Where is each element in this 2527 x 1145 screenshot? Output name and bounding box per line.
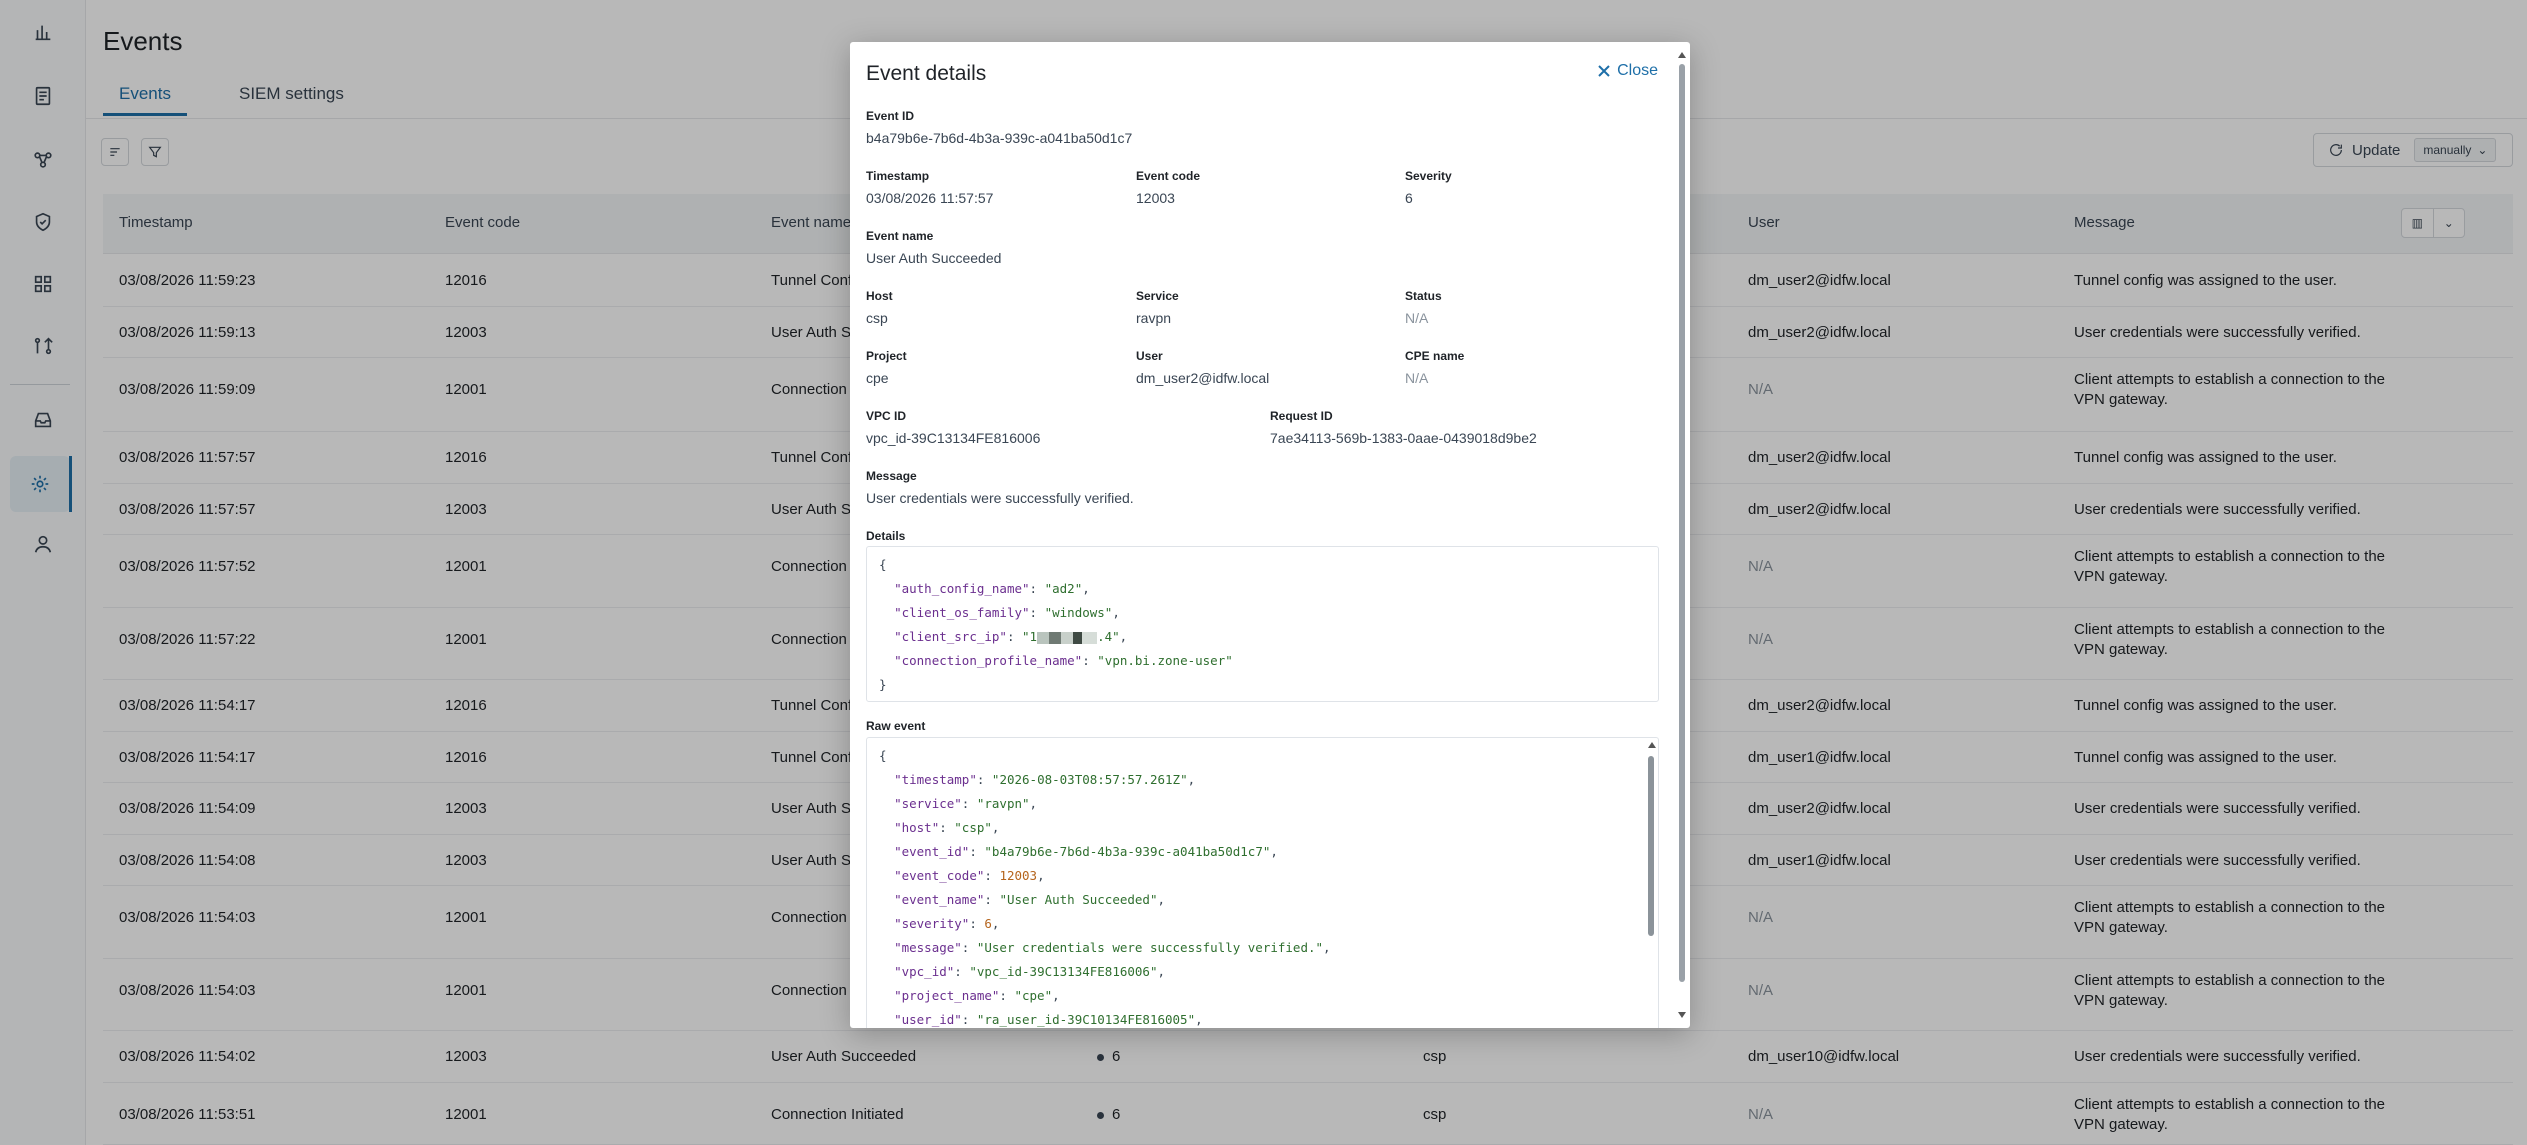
status-label: Status [1405,289,1442,303]
event-details-modal: Event details Close Event ID b4a79b6e-7b… [850,42,1690,1028]
vpc-id-label: VPC ID [866,409,907,423]
raw-message: "User credentials were successfully veri… [976,940,1324,955]
raw-timestamp: "2026-08-03T08:57:57.261Z" [991,772,1188,787]
service-value: ravpn [1136,310,1172,326]
message-value: User credentials were successfully verif… [866,490,1134,506]
raw-user-id: "ra_user_id-39C10134FE816005" [976,1012,1196,1027]
event-code-value: 12003 [1136,190,1175,206]
scroll-thumb[interactable] [1679,64,1685,982]
event-name-label: Event name [866,229,934,243]
raw-service: "ravpn" [976,796,1030,811]
timestamp-value: 03/08/2026 11:57:57 [866,190,994,206]
project-value: cpe [866,370,889,386]
raw-event-code-block[interactable]: { "timestamp": "2026-08-03T08:57:57.261Z… [866,737,1659,1028]
status-value: N/A [1405,310,1429,326]
detail-client-src-ip-prefix: "1 [1022,629,1038,644]
raw-event-label: Raw event [866,719,926,733]
raw-event-name: "User Auth Succeeded" [999,892,1158,907]
message-label: Message [866,469,917,483]
host-label: Host [866,289,893,303]
detail-auth-config-name: "ad2" [1044,581,1083,596]
scroll-up-arrow[interactable] [1678,52,1686,58]
timestamp-label: Timestamp [866,169,930,183]
details-code-block[interactable]: { "auth_config_name": "ad2", "client_os_… [866,546,1659,702]
event-id-label: Event ID [866,109,915,123]
user-value: dm_user2@idfw.local [1136,370,1270,386]
request-id-value: 7ae34113-569b-1383-0aae-0439018d9be2 [1270,430,1537,446]
scroll-thumb[interactable] [1648,756,1654,936]
modal-scrollbar[interactable] [1676,52,1686,1018]
request-id-label: Request ID [1270,409,1333,423]
service-label: Service [1136,289,1179,303]
raw-host: "csp" [954,820,992,835]
detail-client-src-ip-suffix: .4" [1097,629,1120,644]
close-icon [1598,65,1610,77]
scroll-down-arrow[interactable] [1678,1012,1686,1018]
raw-vpc-id: "vpc_id-39C13134FE816006" [969,964,1158,979]
event-id-value: b4a79b6e-7b6d-4b3a-939c-a041ba50d1c7 [866,130,1133,146]
redacted-ip-mask [1037,631,1098,644]
event-code-label: Event code [1136,169,1201,183]
cpe-name-value: N/A [1405,370,1429,386]
scroll-up-arrow[interactable] [1648,742,1656,748]
close-label: Close [1617,62,1658,79]
raw-project-name: "cpe" [1014,988,1053,1003]
modal-title: Event details [866,62,987,85]
project-label: Project [866,349,907,363]
host-value: csp [866,310,888,326]
detail-client-os-family: "windows" [1044,605,1113,620]
severity-label: Severity [1405,169,1452,183]
detail-connection-profile-name: "vpn.bi.zone-user" [1097,653,1233,668]
close-button[interactable]: Close [1597,62,1658,80]
raw-event-code: 12003 [999,868,1038,883]
vpc-id-value: vpc_id-39C13134FE816006 [866,430,1041,446]
event-name-value: User Auth Succeeded [866,250,1002,266]
details-label: Details [866,529,906,543]
severity-value: 6 [1405,190,1413,206]
user-label: User [1136,349,1163,363]
raw-event-scrollbar[interactable] [1646,742,1656,1012]
raw-event-id: "b4a79b6e-7b6d-4b3a-939c-a041ba50d1c7" [984,844,1271,859]
raw-severity: 6 [984,916,992,931]
cpe-name-label: CPE name [1405,349,1465,363]
